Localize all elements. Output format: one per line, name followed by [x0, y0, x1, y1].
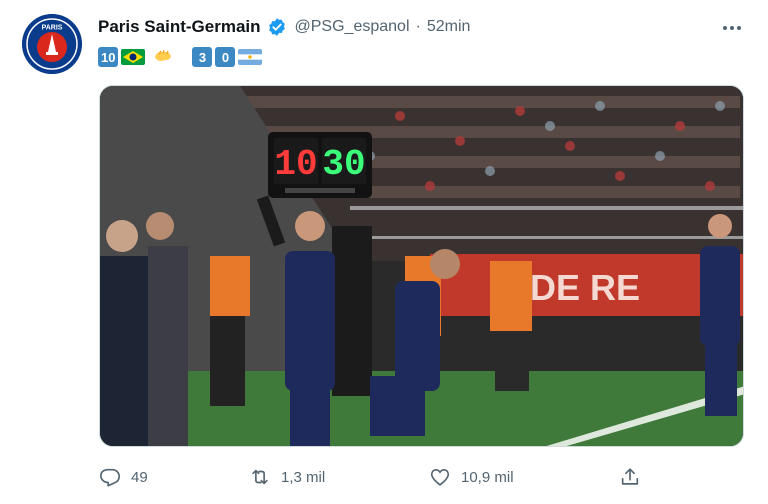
heart-icon [430, 469, 450, 486]
reply-count: 49 [131, 468, 148, 486]
hand-wave-emoji-icon [152, 48, 174, 66]
retweet-icon [252, 469, 268, 485]
retweet-button[interactable]: 1,3 mil [249, 462, 325, 492]
more-dot-icon [723, 26, 727, 30]
tweet-actions: 49 1,3 mil 10,9 mil [99, 462, 744, 492]
substitution-board: 10 30 [268, 132, 372, 198]
verified-badge-icon [267, 17, 287, 37]
more-options-button[interactable] [718, 14, 746, 42]
tweet-text: 10 3 0 [98, 46, 263, 68]
like-count: 10,9 mil [461, 468, 514, 486]
tweet-card[interactable]: PARIS Paris Saint-Germain @PSG_espanol ·… [0, 0, 768, 504]
share-button[interactable] [619, 462, 641, 492]
banner-text: DE RE [530, 267, 640, 308]
more-dot-icon [737, 26, 741, 30]
tweet-timestamp[interactable]: 52min [427, 18, 471, 36]
retweet-count: 1,3 mil [281, 468, 326, 486]
brazil-flag-icon [121, 49, 146, 65]
psg-logo-icon: PARIS [22, 14, 82, 74]
board-number-in: 30 [322, 144, 365, 185]
tweet-photo[interactable]: DE RE 10 30 [99, 85, 744, 447]
avatar[interactable]: PARIS [22, 14, 82, 74]
reply-button[interactable]: 49 [99, 462, 148, 492]
argentina-flag-icon [238, 49, 263, 65]
keycap-10: 10 [98, 47, 119, 67]
avatar-text: PARIS [42, 25, 63, 32]
reply-icon [100, 468, 120, 487]
more-dot-icon [730, 26, 734, 30]
keycap-0: 0 [215, 47, 236, 67]
board-number-out: 10 [274, 144, 317, 185]
like-button[interactable]: 10,9 mil [429, 462, 514, 492]
keycap-3: 3 [192, 47, 213, 67]
author-name[interactable]: Paris Saint-Germain [98, 17, 261, 37]
share-icon [621, 468, 639, 485]
substitution-photo: DE RE 10 30 [100, 86, 743, 446]
author-handle[interactable]: @PSG_espanol [295, 18, 410, 36]
header-separator: · [415, 18, 421, 35]
tweet-header: Paris Saint-Germain @PSG_espanol · 52min [98, 14, 470, 40]
